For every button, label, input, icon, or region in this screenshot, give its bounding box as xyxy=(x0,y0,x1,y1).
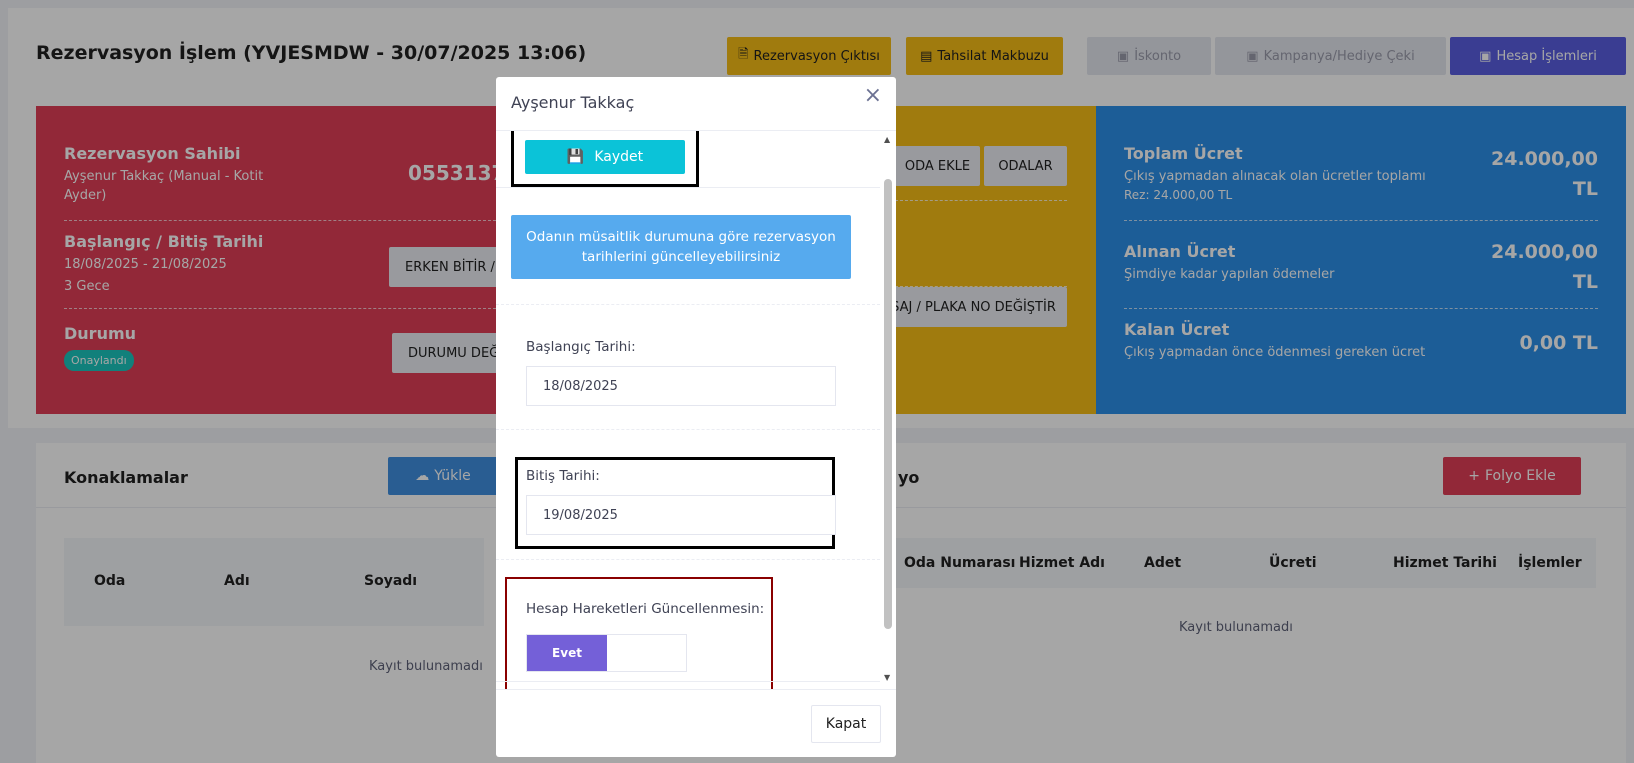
start-date-label: Başlangıç Tarihi: xyxy=(526,339,636,355)
end-date-input[interactable]: 19/08/2025 xyxy=(526,495,836,535)
start-date-input[interactable]: 18/08/2025 xyxy=(526,366,836,406)
floppy-disk-icon: 💾 xyxy=(566,149,585,165)
modal-title: Ayşenur Takkaç xyxy=(511,93,635,112)
no-account-update-toggle[interactable]: Evet xyxy=(526,634,687,672)
end-date-label: Bitiş Tarihi: xyxy=(526,468,600,484)
divider xyxy=(496,429,880,430)
close-button[interactable]: Kapat xyxy=(811,705,881,743)
no-account-update-label: Hesap Hareketleri Güncellenmesin: xyxy=(526,601,765,617)
divider xyxy=(496,187,880,188)
divider xyxy=(496,304,880,305)
close-icon[interactable]: × xyxy=(864,83,882,108)
divider xyxy=(496,681,880,682)
scroll-down-icon[interactable]: ▼ xyxy=(884,673,890,682)
edit-dates-modal: Ayşenur Takkaç × 💾 Kaydet Odanın müsaitl… xyxy=(496,77,896,757)
modal-scrollbar[interactable]: ▲ ▼ xyxy=(882,131,894,689)
save-button[interactable]: 💾 Kaydet xyxy=(525,140,685,174)
availability-info: Odanın müsaitlik durumuna göre rezervasy… xyxy=(511,215,851,279)
scroll-thumb[interactable] xyxy=(884,179,892,629)
divider xyxy=(496,559,880,560)
modal-body: 💾 Kaydet Odanın müsaitlik durumuna göre … xyxy=(496,130,896,690)
scroll-up-icon[interactable]: ▲ xyxy=(884,135,890,144)
toggle-yes-option[interactable]: Evet xyxy=(527,635,607,671)
